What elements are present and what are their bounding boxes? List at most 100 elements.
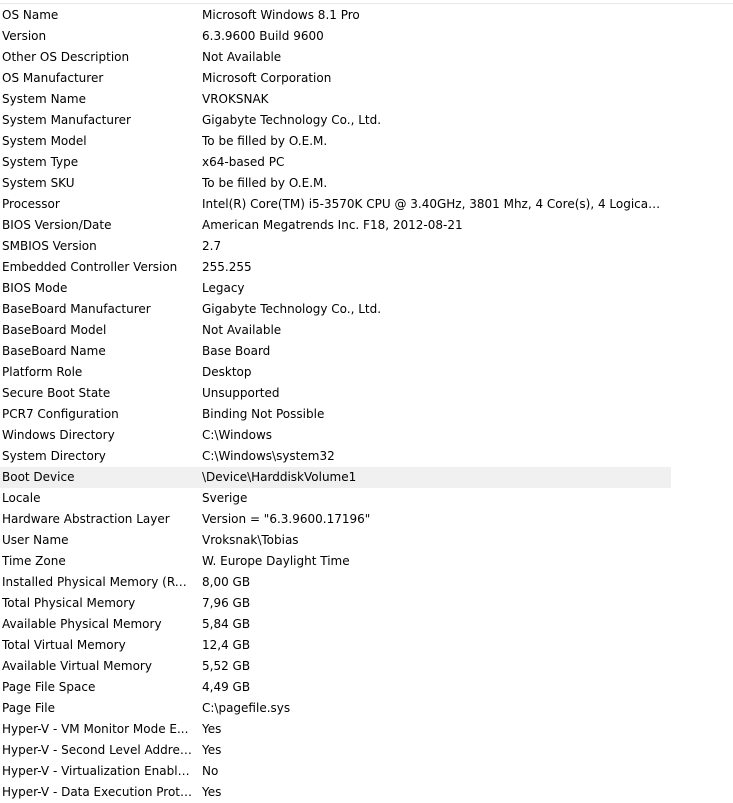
table-row[interactable]: SMBIOS Version 2.7 [0, 236, 733, 257]
table-row[interactable]: OS Manufacturer Microsoft Corporation [0, 68, 733, 89]
item-cell: Windows Directory [2, 428, 115, 442]
table-row[interactable]: Time Zone W. Europe Daylight Time [0, 551, 733, 572]
value-cell: Microsoft Windows 8.1 Pro [202, 8, 360, 22]
table-row[interactable]: Available Physical Memory 5,84 GB [0, 614, 733, 635]
value-cell: Unsupported [202, 386, 280, 400]
table-row[interactable]: Hyper-V - Virtualization Enable... No [0, 761, 733, 782]
item-cell: Page File [2, 701, 55, 715]
table-row[interactable]: System Model To be filled by O.E.M. [0, 131, 733, 152]
table-row[interactable]: Hyper-V - VM Monitor Mode E... Yes [0, 719, 733, 740]
item-cell: System Type [2, 155, 79, 169]
value-cell: Intel(R) Core(TM) i5-3570K CPU @ 3.40GHz… [202, 197, 662, 211]
table-row[interactable]: Secure Boot State Unsupported [0, 383, 733, 404]
item-cell: Total Virtual Memory [2, 638, 126, 652]
table-row[interactable]: Windows Directory C:\Windows [0, 425, 733, 446]
list-top-border [0, 3, 733, 4]
item-cell: Hyper-V - Virtualization Enable... [2, 764, 194, 778]
value-cell: Microsoft Corporation [202, 71, 332, 85]
value-cell: 8,00 GB [202, 575, 251, 589]
table-row[interactable]: Locale Sverige [0, 488, 733, 509]
item-cell: Boot Device [2, 470, 75, 484]
table-row[interactable]: BaseBoard Manufacturer Gigabyte Technolog… [0, 299, 733, 320]
table-row[interactable]: OS Name Microsoft Windows 8.1 Pro [0, 5, 733, 26]
value-cell: Binding Not Possible [202, 407, 325, 421]
item-cell: System Manufacturer [2, 113, 131, 127]
item-cell: BIOS Mode [2, 281, 68, 295]
value-cell: American Megatrends Inc. F18, 2012-08-21 [202, 218, 463, 232]
item-cell: Processor [2, 197, 60, 211]
table-row[interactable]: Boot Device \Device\HarddiskVolume1 [0, 467, 671, 488]
value-cell: 2.7 [202, 239, 222, 253]
value-cell: C:\Windows [202, 428, 273, 442]
table-row[interactable]: User Name Vroksnak\Tobias [0, 530, 733, 551]
value-cell: Yes [202, 743, 222, 757]
value-cell: Version = "6.3.9600.17196" [202, 512, 371, 526]
item-cell: SMBIOS Version [2, 239, 97, 253]
table-row[interactable]: System Directory C:\Windows\system32 [0, 446, 733, 467]
item-cell: Hyper-V - VM Monitor Mode E... [2, 722, 189, 736]
table-row[interactable]: System Name VROKSNAK [0, 89, 733, 110]
table-row[interactable]: Other OS Description Not Available [0, 47, 733, 68]
table-row[interactable]: System Manufacturer Gigabyte Technology C… [0, 110, 733, 131]
item-cell: Version [2, 29, 47, 43]
value-cell: To be filled by O.E.M. [202, 176, 328, 190]
value-cell: Legacy [202, 281, 245, 295]
value-cell: Gigabyte Technology Co., Ltd. [202, 302, 382, 316]
value-cell: \Device\HarddiskVolume1 [202, 470, 357, 484]
item-cell: Available Physical Memory [2, 617, 162, 631]
value-cell: VROKSNAK [202, 92, 269, 106]
item-cell: Available Virtual Memory [2, 659, 152, 673]
table-row[interactable]: Total Virtual Memory 12,4 GB [0, 635, 733, 656]
item-cell: OS Name [2, 8, 59, 22]
item-cell: Time Zone [2, 554, 66, 568]
item-cell: Locale [2, 491, 41, 505]
value-cell: To be filled by O.E.M. [202, 134, 328, 148]
table-row[interactable]: Page File Space 4,49 GB [0, 677, 733, 698]
table-row[interactable]: Version 6.3.9600 Build 9600 [0, 26, 733, 47]
value-cell: Not Available [202, 323, 282, 337]
value-cell: C:\Windows\system32 [202, 449, 335, 463]
item-cell: Hardware Abstraction Layer [2, 512, 170, 526]
table-row[interactable]: PCR7 Configuration Binding Not Possible [0, 404, 733, 425]
value-cell: 4,49 GB [202, 680, 251, 694]
value-cell: x64-based PC [202, 155, 285, 169]
table-row[interactable]: Installed Physical Memory (RAM) 8,00 GB [0, 572, 733, 593]
item-cell: Page File Space [2, 680, 96, 694]
value-cell: 5,52 GB [202, 659, 251, 673]
table-row[interactable]: Hardware Abstraction Layer Version = "6.3… [0, 509, 733, 530]
item-cell: System Model [2, 134, 87, 148]
table-row[interactable]: BaseBoard Name Base Board [0, 341, 733, 362]
table-row[interactable]: Available Virtual Memory 5,52 GB [0, 656, 733, 677]
item-cell: System SKU [2, 176, 75, 190]
item-cell: OS Manufacturer [2, 71, 104, 85]
table-row[interactable]: Platform Role Desktop [0, 362, 733, 383]
value-cell: 12,4 GB [202, 638, 251, 652]
table-row[interactable]: Processor Intel(R) Core(TM) i5-3570K CPU … [0, 194, 733, 215]
item-cell: System Name [2, 92, 86, 106]
table-row[interactable]: System Type x64-based PC [0, 152, 733, 173]
table-row[interactable]: Embedded Controller Version 255.255 [0, 257, 733, 278]
value-cell: Vroksnak\Tobias [202, 533, 299, 547]
item-cell: Embedded Controller Version [2, 260, 178, 274]
value-cell: No [202, 764, 219, 778]
table-row[interactable]: BIOS Version/Date American Megatrends Inc… [0, 215, 733, 236]
value-cell: 5,84 GB [202, 617, 251, 631]
table-row[interactable]: BIOS Mode Legacy [0, 278, 733, 299]
item-cell: BaseBoard Name [2, 344, 106, 358]
table-row[interactable]: Total Physical Memory 7,96 GB [0, 593, 733, 614]
value-cell: Base Board [202, 344, 271, 358]
table-row[interactable]: Page File C:\pagefile.sys [0, 698, 733, 719]
item-cell: BaseBoard Manufacturer [2, 302, 151, 316]
table-row[interactable]: System SKU To be filled by O.E.M. [0, 173, 733, 194]
table-row[interactable]: BaseBoard Model Not Available [0, 320, 733, 341]
item-cell: Other OS Description [2, 50, 130, 64]
system-summary-list: OS Name Microsoft Windows 8.1 Pro Version 6… [0, 5, 733, 803]
item-cell: Hyper-V - Second Level Addres... [2, 743, 194, 757]
item-cell: BIOS Version/Date [2, 218, 112, 232]
table-row[interactable]: Hyper-V - Data Execution Prote... Yes [0, 782, 733, 803]
table-row[interactable]: Hyper-V - Second Level Addres... Yes [0, 740, 733, 761]
item-cell: Platform Role [2, 365, 83, 379]
value-cell: Yes [202, 785, 222, 799]
value-cell: Gigabyte Technology Co., Ltd. [202, 113, 382, 127]
item-cell: Total Physical Memory [2, 596, 136, 610]
